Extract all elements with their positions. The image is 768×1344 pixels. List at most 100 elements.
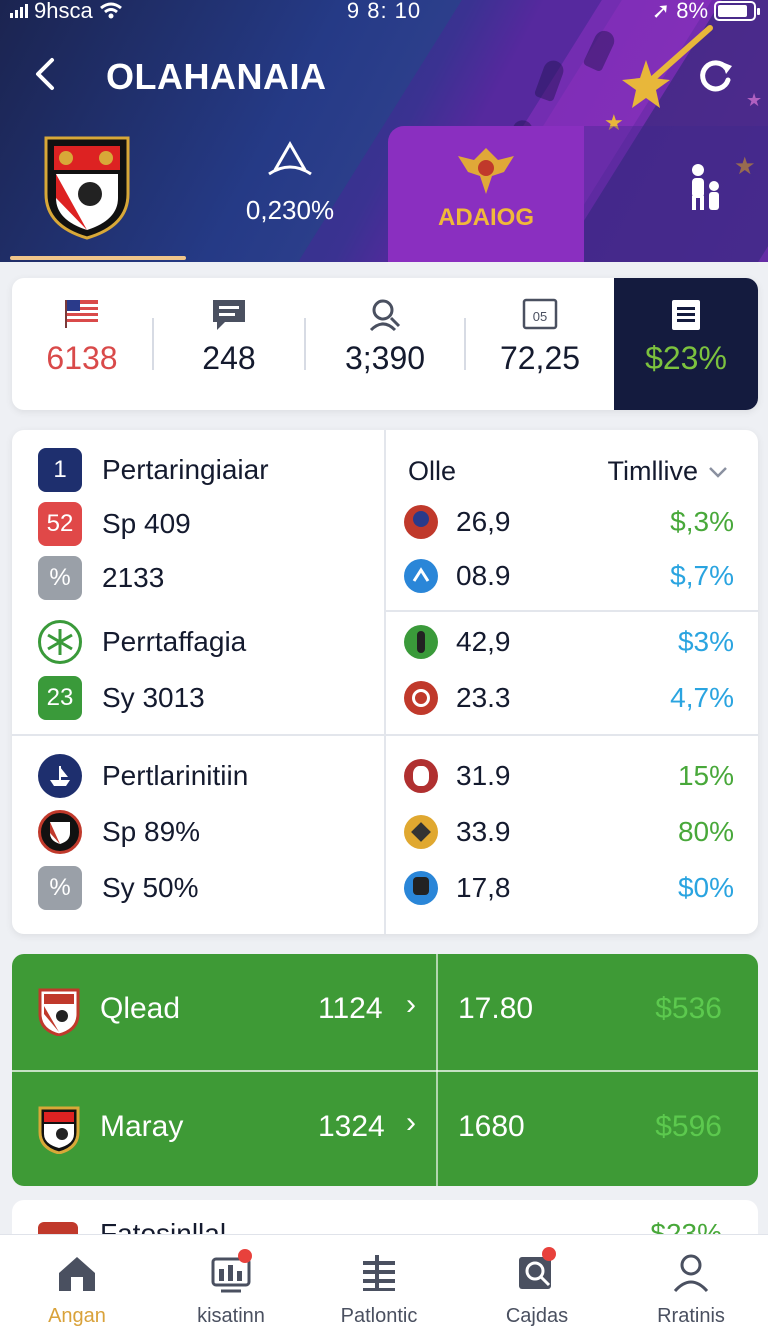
chevron-down-icon [709, 466, 727, 478]
family-icon [692, 164, 719, 210]
stat-value: 248 [202, 340, 256, 376]
stat-value: 3;390 [344, 340, 426, 376]
tab-search[interactable]: Cajdas [460, 1235, 614, 1344]
team-stat: Sp 89% [102, 816, 201, 847]
tab-list[interactable]: Patlontic [302, 1235, 456, 1344]
row-value: 23.3 [456, 682, 511, 713]
ship-crest-icon [38, 754, 82, 798]
active-indicator [10, 256, 186, 260]
table-row[interactable]: 17,8 $0% [404, 866, 734, 910]
notification-dot [542, 1247, 556, 1261]
refresh-icon [700, 60, 732, 92]
profile-icon [673, 1254, 709, 1293]
team-stat: Sy 50% [102, 872, 199, 903]
table-row[interactable]: 23.3 4,7% [404, 676, 734, 720]
refresh-button[interactable] [696, 56, 734, 94]
stat-flag[interactable]: 6138 [12, 278, 152, 410]
tab-stats[interactable]: kisatinn [154, 1235, 308, 1344]
match-score: 1124 [318, 992, 383, 1025]
rank-badge: 1 [38, 448, 82, 492]
tab-label: Patlontic [340, 1305, 418, 1327]
promo-card-secondary[interactable] [584, 126, 768, 262]
stat-messages[interactable]: 248 [154, 278, 304, 410]
time-filter-dropdown[interactable]: Timllive [608, 456, 729, 487]
notification-dot [238, 1249, 252, 1263]
team-name: Pertaringiaiar [102, 454, 269, 485]
list-item[interactable]: Perrtaffagia [38, 620, 246, 664]
chevron-right-icon: › [406, 988, 416, 1021]
table-row[interactable]: 26,9 $,3% [404, 500, 734, 544]
rank-badge: 23 [38, 676, 82, 720]
club-crest-logo[interactable] [42, 134, 132, 240]
team-avatar-icon [404, 681, 438, 715]
match-score: 1324 [318, 1110, 385, 1143]
match-row[interactable]: Maray 1324 › 1680 $596 [12, 1072, 758, 1186]
tab-label: Rratinis [657, 1305, 725, 1327]
eagle-emblem-icon [458, 148, 514, 194]
location-icon: ➚ [651, 0, 671, 23]
chevron-right-icon: › [406, 1106, 416, 1139]
back-button[interactable] [26, 52, 66, 96]
table-row[interactable]: 08.9 $,7% [404, 554, 734, 598]
flag-icon [65, 300, 98, 328]
team-name: Pertlarinitiin [102, 760, 249, 791]
svg-text:05: 05 [533, 309, 547, 324]
stats-bar: 6138 248 3;390 05 72,25 $23% [12, 278, 758, 410]
promo-card[interactable]: ADAIOG [388, 126, 584, 262]
column-header-left: Olle [408, 456, 457, 486]
tab-label: kisatinn [197, 1305, 265, 1327]
snowflake-crest-icon [38, 620, 82, 664]
row-percent: $,3% [670, 506, 734, 537]
stat-value: $23% [645, 340, 727, 376]
list-item[interactable]: % Sy 50% [38, 866, 199, 910]
match-value: 17.80 [458, 992, 534, 1025]
header: ★ ★ ★ 9hsca 9 8: 10 ➚ 8% OLAHANAIA 0,230… [0, 0, 768, 262]
stat-users[interactable]: 3;390 [306, 278, 464, 410]
calendar-icon: 05 [522, 298, 558, 330]
match-row[interactable]: Qlead 1124 › 17.80 $536 [12, 954, 758, 1070]
team-stat: 2133 [102, 562, 165, 593]
row-value: 33.9 [456, 816, 511, 847]
club-crest-icon [38, 1106, 80, 1154]
tab-home[interactable]: Angan [0, 1235, 154, 1344]
row-value: 26,9 [456, 506, 511, 537]
row-percent: 4,7% [670, 682, 734, 713]
table-row[interactable]: 31.9 15% [404, 754, 734, 798]
list-item[interactable]: 23 Sy 3013 [38, 676, 205, 720]
row-percent: 80% [677, 816, 734, 847]
match-value: 1680 [458, 1110, 525, 1143]
status-bar: 9hsca 9 8: 10 ➚ 8% [0, 0, 768, 26]
tab-label: Angan [48, 1305, 106, 1327]
chevron-left-icon [36, 58, 54, 90]
tab-profile[interactable]: Rratinis [614, 1235, 768, 1344]
stat-calendar[interactable]: 05 72,25 [466, 278, 614, 410]
divider [384, 430, 386, 934]
row-percent: $0% [677, 872, 734, 903]
match-amount: $596 [655, 1110, 722, 1143]
center-stat-value: 0,230% [245, 195, 335, 225]
list-item[interactable]: 52 Sp 409 [38, 502, 191, 546]
divider [386, 610, 758, 612]
list-item[interactable]: % 2133 [38, 556, 164, 600]
club-crest-icon [38, 810, 82, 854]
home-icon [59, 1257, 95, 1291]
trend-up-icon [268, 140, 312, 176]
center-stat-block: 0,230% [190, 140, 390, 226]
match-card: Qlead 1124 › 17.80 $536 Maray 1324 › 168… [12, 954, 758, 1186]
percent-badge: % [38, 866, 82, 910]
stat-highlight[interactable]: $23% [614, 278, 758, 410]
match-amount: $536 [655, 992, 722, 1025]
table-row[interactable]: 42,9 $3% [404, 620, 734, 664]
table-row[interactable]: 33.9 80% [404, 810, 734, 854]
row-percent: $,7% [670, 560, 734, 591]
list-item[interactable]: Pertlarinitiin [38, 754, 248, 798]
list-item[interactable]: Sp 89% [38, 810, 200, 854]
club-crest-icon [38, 988, 80, 1036]
row-percent: 15% [677, 760, 734, 791]
team-name: Maray [100, 1110, 184, 1143]
promo-label: ADAIOG [438, 204, 534, 231]
list-item[interactable]: 1 Pertaringiaiar [38, 448, 269, 492]
standings-card: 1 Pertaringiaiar 52 Sp 409 % 2133 Perrta… [12, 430, 758, 934]
row-value: 08.9 [456, 560, 511, 591]
team-avatar-icon [404, 505, 438, 539]
